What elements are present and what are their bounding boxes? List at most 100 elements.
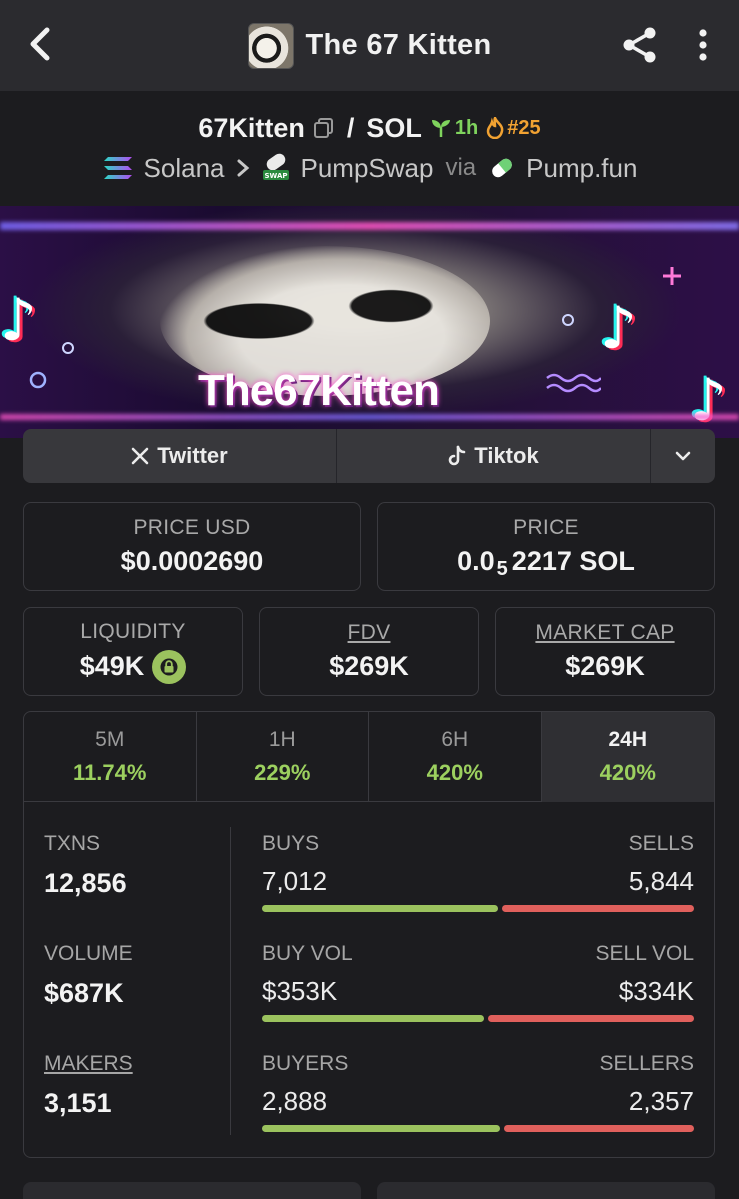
share-button[interactable] — [618, 22, 662, 68]
bottom-card[interactable] — [23, 1182, 361, 1199]
pair-separator: / — [346, 112, 355, 143]
buy-vol-bar — [262, 1015, 484, 1022]
sells-label: SELLS — [628, 832, 694, 855]
sell-vol-label: SELL VOL — [595, 942, 694, 965]
title-group: The 67 Kitten — [247, 22, 492, 69]
x-logo-icon — [131, 447, 149, 465]
tab-label: 6H — [441, 728, 469, 751]
age-badge: 1h — [430, 117, 478, 140]
rank-text: #25 — [507, 116, 541, 139]
svg-text:SWAP: SWAP — [264, 172, 287, 180]
market-cap-label[interactable]: MARKET CAP — [535, 621, 674, 645]
social-links-bar: Twitter Tiktok — [23, 429, 715, 483]
sell-vol-bar — [488, 1015, 694, 1022]
fdv-card[interactable]: FDV $269K — [259, 607, 479, 696]
market-cap-value: $269K — [565, 651, 645, 681]
buyers-value: 2,888 — [262, 1086, 328, 1116]
twitter-label: Twitter — [157, 443, 228, 468]
tab-label: 1H — [268, 728, 296, 751]
top-bar: The 67 Kitten — [0, 0, 739, 91]
sellers-bar — [504, 1125, 694, 1132]
sprout-icon — [431, 120, 450, 137]
plus-decoration-icon — [663, 267, 681, 285]
buy-vol-label: BUY VOL — [262, 942, 353, 965]
price-usd-value: $0.0002690 — [120, 546, 264, 576]
price-sol-zero-count: 5 — [496, 558, 508, 580]
buys-value: 7,012 — [262, 866, 328, 896]
tab-6h[interactable]: 6H 420% — [369, 712, 542, 802]
buys-bar — [262, 905, 498, 912]
copy-icon[interactable] — [313, 117, 335, 139]
more-links-dropdown[interactable] — [651, 429, 715, 483]
liquidity-label: LIQUIDITY — [80, 619, 186, 643]
back-button[interactable] — [22, 24, 58, 64]
token-avatar — [247, 22, 294, 69]
sells-value: 5,844 — [628, 866, 694, 896]
sells-bar — [502, 905, 694, 912]
chevron-left-icon — [30, 27, 50, 61]
pill-icon — [492, 158, 512, 178]
makers-bar — [262, 1125, 694, 1132]
liquidity-card: LIQUIDITY $49K — [23, 607, 243, 696]
txns-metric: TXNS 12,856 — [44, 832, 127, 899]
circle-decoration-icon — [62, 342, 74, 354]
chevron-right-icon — [237, 159, 249, 177]
tab-change: 229% — [254, 760, 311, 785]
price-sol-value: 0.0 5 2217 SOL — [457, 546, 635, 580]
txns-value: 12,856 — [44, 868, 127, 898]
pumpswap-icon: SWAP — [262, 153, 289, 180]
tiktok-logo-icon: ♪ — [0, 286, 38, 354]
tiktok-logo-icon: ♪ — [690, 366, 728, 434]
price-sol-digits: 2217 SOL — [511, 546, 635, 576]
solana-icon — [103, 157, 132, 179]
circle-decoration-icon — [29, 371, 47, 389]
trading-stats-panel: 5M 11.74% 1H 229% 6H 420% 24H 420% TXNS … — [23, 711, 715, 1158]
tab-label: 5M — [95, 728, 125, 751]
market-cap-card[interactable]: MARKET CAP $269K — [495, 607, 715, 696]
trending-rank-badge[interactable]: #25 — [486, 116, 541, 140]
tab-change: 420% — [426, 760, 483, 785]
more-options-button[interactable] — [690, 22, 716, 68]
buy-vol-value: $353K — [262, 976, 338, 1006]
buy-sell-volume-metric: BUY VOL SELL VOL $353K $334K — [262, 942, 694, 1022]
sell-vol-value: $334K — [618, 976, 694, 1006]
banner-glow-line — [0, 222, 739, 230]
tiktok-logo-icon: ♪ — [600, 294, 638, 362]
tiktok-link-button[interactable]: Tiktok — [337, 429, 651, 483]
wave-decoration-icon — [546, 373, 601, 393]
volume-label: VOLUME — [44, 942, 133, 965]
tiktok-label: Tiktok — [474, 443, 539, 468]
chain-link[interactable]: Solana — [144, 153, 225, 184]
quote-symbol: SOL — [366, 112, 422, 143]
makers-value: 3,151 — [44, 1088, 112, 1118]
tab-5m[interactable]: 5M 11.74% — [24, 712, 197, 802]
twitter-link-button[interactable]: Twitter — [23, 429, 337, 483]
tab-change: 420% — [599, 760, 656, 785]
tab-1h[interactable]: 1H 229% — [197, 712, 369, 802]
buys-sells-metric: BUYS SELLS 7,012 5,844 — [262, 832, 694, 912]
bottom-card[interactable] — [377, 1182, 715, 1199]
price-sol-label: PRICE — [513, 516, 579, 539]
price-usd-label: PRICE USD — [133, 516, 251, 539]
volume-bar — [262, 1015, 694, 1022]
dex-link[interactable]: PumpSwap — [301, 153, 434, 184]
buys-label: BUYS — [262, 832, 320, 855]
share-icon — [623, 27, 656, 63]
tab-label: 24H — [608, 728, 648, 751]
launchpad-link[interactable]: Pump.fun — [526, 153, 637, 184]
tiktok-icon — [449, 445, 466, 466]
buyers-sellers-metric: BUYERS SELLERS 2,888 2,357 — [262, 1052, 694, 1132]
page-title: The 67 Kitten — [305, 29, 492, 61]
makers-label[interactable]: MAKERS — [44, 1052, 133, 1076]
flame-icon — [487, 117, 504, 139]
fdv-label[interactable]: FDV — [348, 621, 391, 645]
fdv-value: $269K — [329, 651, 409, 681]
timeframe-tabs: 5M 11.74% 1H 229% 6H 420% 24H 420% — [24, 712, 714, 802]
price-sol-prefix: 0.0 — [457, 546, 495, 576]
tab-24h[interactable]: 24H 420% — [541, 712, 714, 802]
more-vertical-icon — [699, 29, 707, 61]
liquidity-value-row: $49K — [80, 649, 187, 684]
lock-icon[interactable] — [152, 649, 187, 684]
metrics-divider — [230, 827, 231, 1135]
buys-sells-bar — [262, 905, 694, 912]
